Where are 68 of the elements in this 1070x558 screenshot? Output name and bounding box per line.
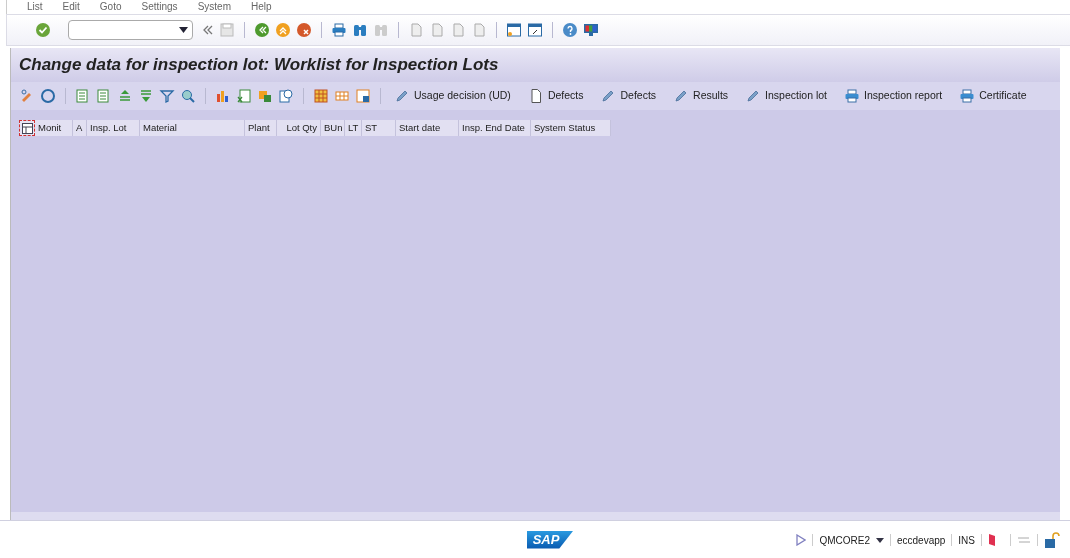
double-chevron-icon[interactable] xyxy=(202,24,214,36)
column-header[interactable]: BUn xyxy=(321,120,345,136)
sort-descending-icon[interactable] xyxy=(138,88,154,104)
play-icon[interactable] xyxy=(796,534,807,546)
column-header[interactable]: Insp. End Date xyxy=(459,120,531,136)
pencil-icon xyxy=(394,88,410,104)
filter-icon[interactable] xyxy=(159,88,175,104)
input-mode[interactable]: INS xyxy=(958,532,975,548)
column-header[interactable]: Plant xyxy=(245,120,277,136)
sort-ascending-icon[interactable] xyxy=(117,88,133,104)
checkmark-icon[interactable] xyxy=(35,22,51,38)
find-icon[interactable] xyxy=(180,88,196,104)
column-header[interactable]: Lot Qty xyxy=(277,120,321,136)
menu-item[interactable]: Goto xyxy=(99,2,122,12)
spreadsheet-icon[interactable] xyxy=(236,88,252,104)
layout-button[interactable] xyxy=(19,120,35,136)
export-icon[interactable] xyxy=(257,88,273,104)
toolbar-button[interactable]: Results xyxy=(669,88,733,104)
column-header[interactable]: Monit xyxy=(35,120,73,136)
list-icon[interactable] xyxy=(75,88,91,104)
list-icon[interactable] xyxy=(96,88,112,104)
window-icon[interactable] xyxy=(527,22,543,38)
column-header[interactable]: Insp. Lot xyxy=(87,120,140,136)
grid-save-icon[interactable] xyxy=(355,88,371,104)
menu-item[interactable]: Settings xyxy=(141,2,178,12)
page-icon[interactable] xyxy=(471,22,487,38)
back-icon[interactable] xyxy=(254,22,270,38)
binoculars-icon[interactable] xyxy=(352,22,368,38)
flag-icon xyxy=(988,533,996,547)
page-title: Change data for inspection lot: Worklist for Inspection Lots xyxy=(19,54,499,77)
cancel-icon[interactable] xyxy=(296,22,312,38)
menu-item[interactable]: Edit xyxy=(62,2,80,12)
column-header[interactable]: ST xyxy=(362,120,396,136)
column-header[interactable]: Start date xyxy=(396,120,459,136)
server-name: eccdevapp xyxy=(896,533,946,548)
column-header[interactable]: A xyxy=(73,120,87,136)
column-header[interactable]: System Status xyxy=(531,120,611,136)
dropdown-caret-icon[interactable] xyxy=(179,27,188,33)
help-icon[interactable] xyxy=(562,22,578,38)
sap-logo: SAP xyxy=(526,530,574,549)
menu-item[interactable]: Help xyxy=(250,2,272,12)
bar-chart-icon[interactable] xyxy=(215,88,231,104)
toolbar-button[interactable]: Inspection lot xyxy=(741,88,831,104)
system-name: QMCORE2 xyxy=(819,533,870,548)
printer-icon[interactable] xyxy=(331,22,347,38)
padlock-icon[interactable] xyxy=(1044,531,1060,549)
layout-icon xyxy=(21,122,33,134)
column-header[interactable]: Material xyxy=(140,120,245,136)
page-icon[interactable] xyxy=(450,22,466,38)
toolbar-button[interactable]: Defects xyxy=(523,88,588,104)
toolbar-button[interactable]: Certificate xyxy=(955,88,1031,104)
grid-icon[interactable] xyxy=(313,88,329,104)
menu-item[interactable]: System xyxy=(197,2,231,12)
window-icon[interactable] xyxy=(506,22,522,38)
command-field[interactable] xyxy=(68,20,193,40)
toolbar-button[interactable]: Inspection report xyxy=(840,88,947,104)
page-icon[interactable] xyxy=(429,22,445,38)
dropdown-caret-icon[interactable] xyxy=(875,537,884,543)
printer-icon xyxy=(959,88,976,104)
toolbar-button[interactable]: Defects xyxy=(596,88,661,104)
grid-icon[interactable] xyxy=(334,88,350,104)
toolbar-button[interactable]: Usage decision (UD) xyxy=(390,88,515,104)
menu-item[interactable]: List xyxy=(27,2,43,12)
monitor-icon[interactable] xyxy=(583,22,599,38)
printer-icon xyxy=(844,88,860,104)
exit-icon[interactable] xyxy=(275,22,291,38)
column-header[interactable]: LT xyxy=(345,120,362,136)
page-icon[interactable] xyxy=(408,22,424,38)
